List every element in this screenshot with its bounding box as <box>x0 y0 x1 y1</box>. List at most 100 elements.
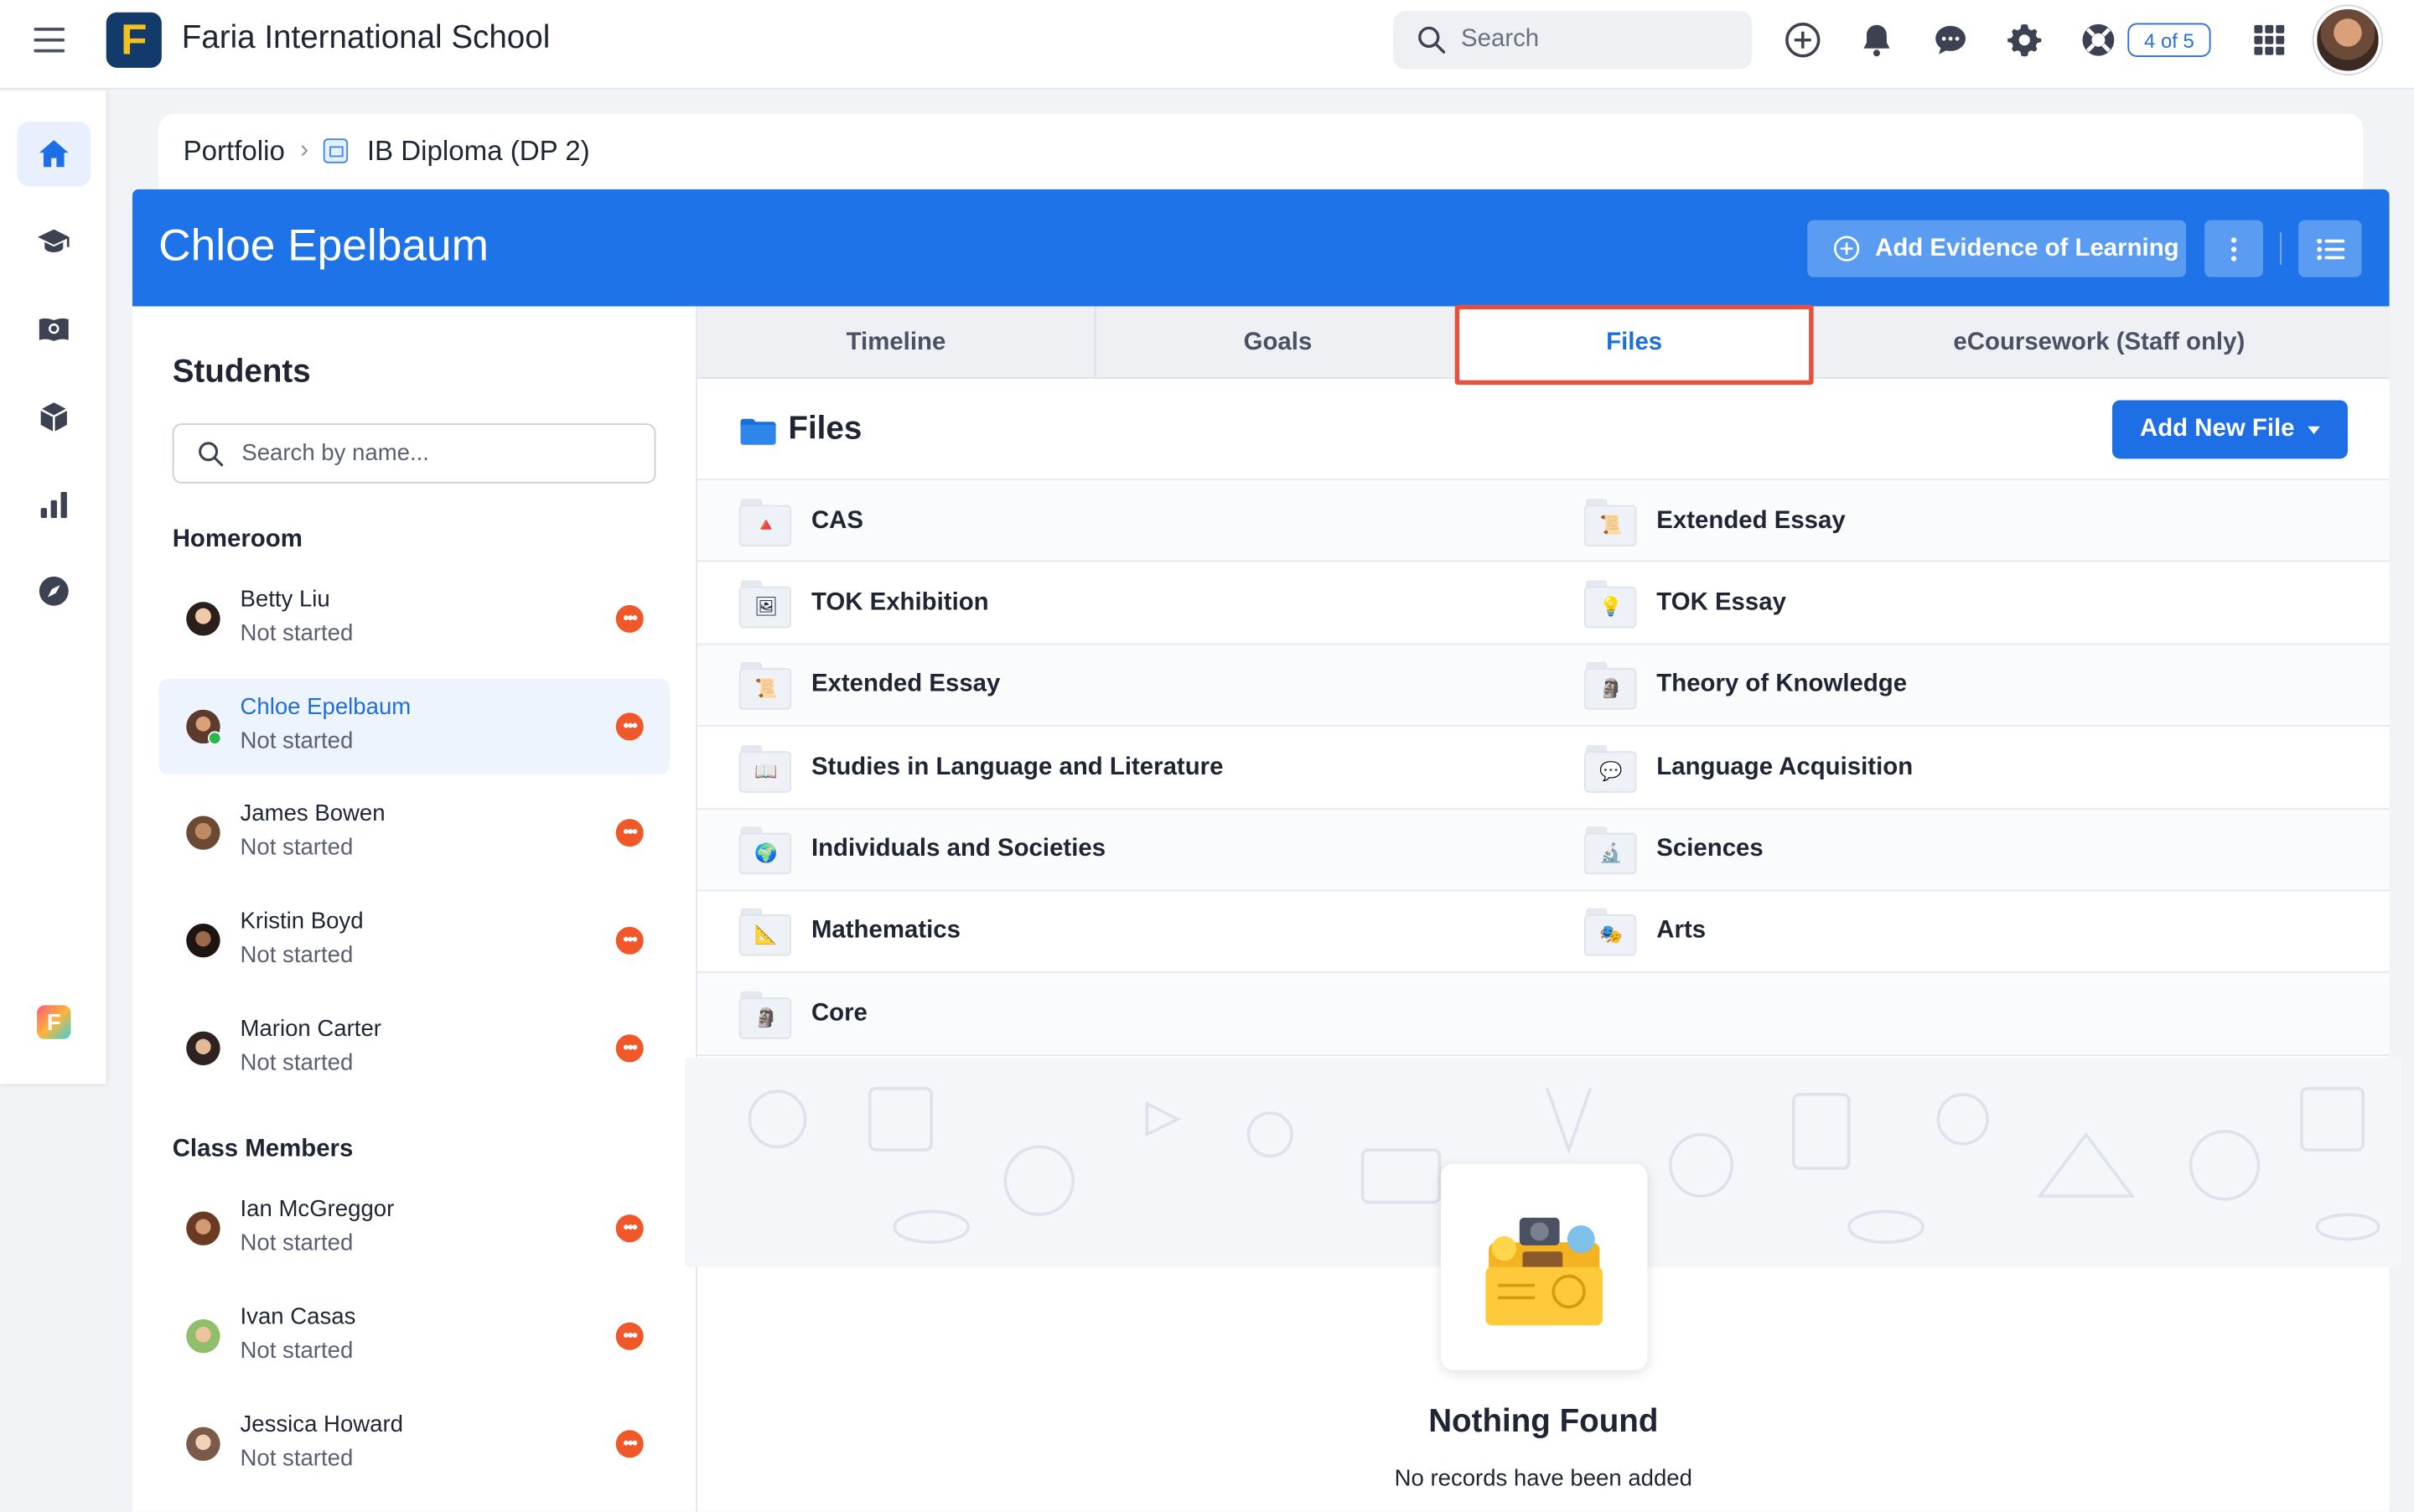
more-options-button[interactable] <box>2204 220 2263 277</box>
bell-icon[interactable] <box>1855 18 1898 61</box>
status-dots-icon: ••• <box>615 1034 644 1063</box>
menu-icon[interactable] <box>34 28 65 53</box>
student-row-jessica-howard[interactable]: Jessica Howard Not started ••• <box>158 1396 670 1492</box>
folder-item[interactable]: 📜 Extended Essay <box>1583 480 1846 562</box>
folder-item[interactable]: 🔬 Sciences <box>1583 809 1764 890</box>
folder-row: 🗿 Core <box>697 973 2390 1056</box>
left-nav: F <box>0 91 108 1085</box>
user-avatar[interactable] <box>2313 6 2382 75</box>
add-new-file-button[interactable]: Add New File <box>2111 400 2348 459</box>
caret-down-icon <box>2308 426 2320 434</box>
folder-item[interactable]: 💬 Language Acquisition <box>1583 727 1913 808</box>
student-header: Chloe Epelbaum Add Evidence of Learning <box>132 189 2390 307</box>
nav-reports[interactable] <box>17 473 91 537</box>
folder-label: TOK Exhibition <box>811 589 989 616</box>
student-status: Not started <box>240 1338 354 1364</box>
add-new-file-label: Add New File <box>2140 415 2295 443</box>
apps-grid-icon[interactable] <box>2248 18 2291 61</box>
student-row-ian-mcgreggor[interactable]: Ian McGreggor Not started ••• <box>158 1181 670 1276</box>
avatar <box>186 924 220 958</box>
avatar <box>186 602 220 636</box>
chat-icon[interactable] <box>1929 18 1971 61</box>
student-row-kristin-boyd[interactable]: Kristin Boyd Not started ••• <box>158 893 670 988</box>
folder-label: Arts <box>1656 918 1707 945</box>
compass-icon <box>39 576 69 606</box>
folder-icon <box>740 418 776 445</box>
nav-explore[interactable] <box>17 559 91 624</box>
student-name: Ivan Casas <box>240 1303 356 1330</box>
folder-item[interactable]: 🗿 Theory of Knowledge <box>1583 645 1907 726</box>
avatar <box>186 1427 220 1462</box>
folder-item[interactable]: 🌍 Individuals and Societies <box>738 809 1106 890</box>
folder-label: CAS <box>811 507 863 534</box>
nav-units[interactable] <box>17 385 91 449</box>
folder-thinker-icon: 🗿 <box>738 986 793 1042</box>
folder-item[interactable]: 📖 Studies in Language and Literature <box>738 727 1223 808</box>
student-name: Jessica Howard <box>240 1411 403 1438</box>
online-indicator <box>207 731 222 745</box>
folder-globe-icon: 🌍 <box>738 822 793 878</box>
chevron-right-icon: › <box>300 137 309 163</box>
breadcrumb-portfolio[interactable]: Portfolio <box>184 135 285 168</box>
folder-item[interactable]: 🎭 Arts <box>1583 891 1706 972</box>
students-title: Students <box>172 354 311 390</box>
kebab-icon <box>2230 236 2237 261</box>
breadcrumb-current[interactable]: IB Diploma (DP 2) <box>367 135 590 168</box>
add-circle-icon[interactable] <box>1781 18 1824 61</box>
avatar <box>186 816 220 850</box>
search-placeholder: Search <box>1461 26 1540 53</box>
tab-timeline[interactable]: Timeline <box>697 307 1095 379</box>
student-row-ivan-casas[interactable]: Ivan Casas Not started ••• <box>158 1288 670 1384</box>
status-dots-icon: ••• <box>615 1430 644 1458</box>
nav-library[interactable] <box>17 297 91 361</box>
folder-item[interactable]: 💡 TOK Essay <box>1583 562 1786 644</box>
faria-brand-icon[interactable]: F <box>37 1005 71 1039</box>
student-row-marion-carter[interactable]: Marion Carter Not started ••• <box>158 1001 670 1096</box>
student-row-james-bowen[interactable]: James Bowen Not started ••• <box>158 785 670 881</box>
folder-item[interactable]: 📐 Mathematics <box>738 891 961 972</box>
folder-essay-icon: 📜 <box>738 658 793 713</box>
folder-thinker-icon: 🗿 <box>1583 658 1638 713</box>
folder-row: 📖 Studies in Language and Literature 💬 L… <box>697 727 2390 810</box>
folder-label: Language Acquisition <box>1656 753 1914 780</box>
folder-item[interactable]: 🔺 CAS <box>738 480 863 562</box>
student-status: Not started <box>240 620 354 647</box>
add-evidence-button[interactable]: Add Evidence of Learning <box>1807 220 2187 277</box>
tab-goals[interactable]: Goals <box>1096 307 1459 379</box>
lifebuoy-icon[interactable] <box>2077 18 2120 61</box>
folder-row: 📜 Extended Essay 🗿 Theory of Knowledge <box>697 645 2390 728</box>
student-row-betty-liu[interactable]: Betty Liu Not started ••• <box>158 571 670 666</box>
student-status: Not started <box>240 942 354 969</box>
folder-lightbulb-icon: 💡 <box>1583 576 1638 631</box>
folder-item[interactable]: 🗿 Core <box>738 973 868 1054</box>
tab-ecoursework[interactable]: eCoursework (Staff only) <box>1809 307 2389 379</box>
document-icon <box>324 138 349 163</box>
nav-home[interactable] <box>17 122 91 187</box>
students-panel: Students Search by name... Homeroom Bett… <box>132 306 698 1512</box>
student-row-chloe-epelbaum[interactable]: Chloe Epelbaum Not started ••• <box>158 678 670 774</box>
cube-icon <box>40 402 68 432</box>
student-search-input[interactable]: Search by name... <box>172 423 656 484</box>
status-dots-icon: ••• <box>615 1214 644 1243</box>
global-search-input[interactable]: Search <box>1393 10 1753 70</box>
list-icon <box>2316 237 2344 260</box>
add-evidence-label: Add Evidence of Learning <box>1875 235 2179 261</box>
graduation-cap-icon <box>37 229 70 253</box>
gear-icon[interactable] <box>2003 18 2046 61</box>
avatar <box>186 1031 220 1065</box>
book-globe-icon <box>39 318 69 341</box>
status-dots-icon: ••• <box>615 712 644 741</box>
folder-item[interactable]: 🖼 TOK Exhibition <box>738 562 989 644</box>
student-status: Not started <box>240 1445 354 1472</box>
tab-bar: Timeline Goals Files eCoursework (Staff … <box>697 306 2390 379</box>
student-name: Chloe Epelbaum <box>240 694 412 721</box>
list-view-button[interactable] <box>2298 220 2362 277</box>
nav-academics[interactable] <box>17 210 91 274</box>
tab-files[interactable]: Files <box>1459 306 1810 379</box>
page-counter-badge[interactable]: 4 of 5 <box>2127 23 2211 57</box>
empty-state-illustration <box>1441 1163 1648 1370</box>
student-status: Not started <box>240 1230 354 1256</box>
folder-item[interactable]: 📜 Extended Essay <box>738 645 1000 726</box>
school-logo[interactable]: F <box>106 12 162 68</box>
student-status: Not started <box>240 834 354 861</box>
